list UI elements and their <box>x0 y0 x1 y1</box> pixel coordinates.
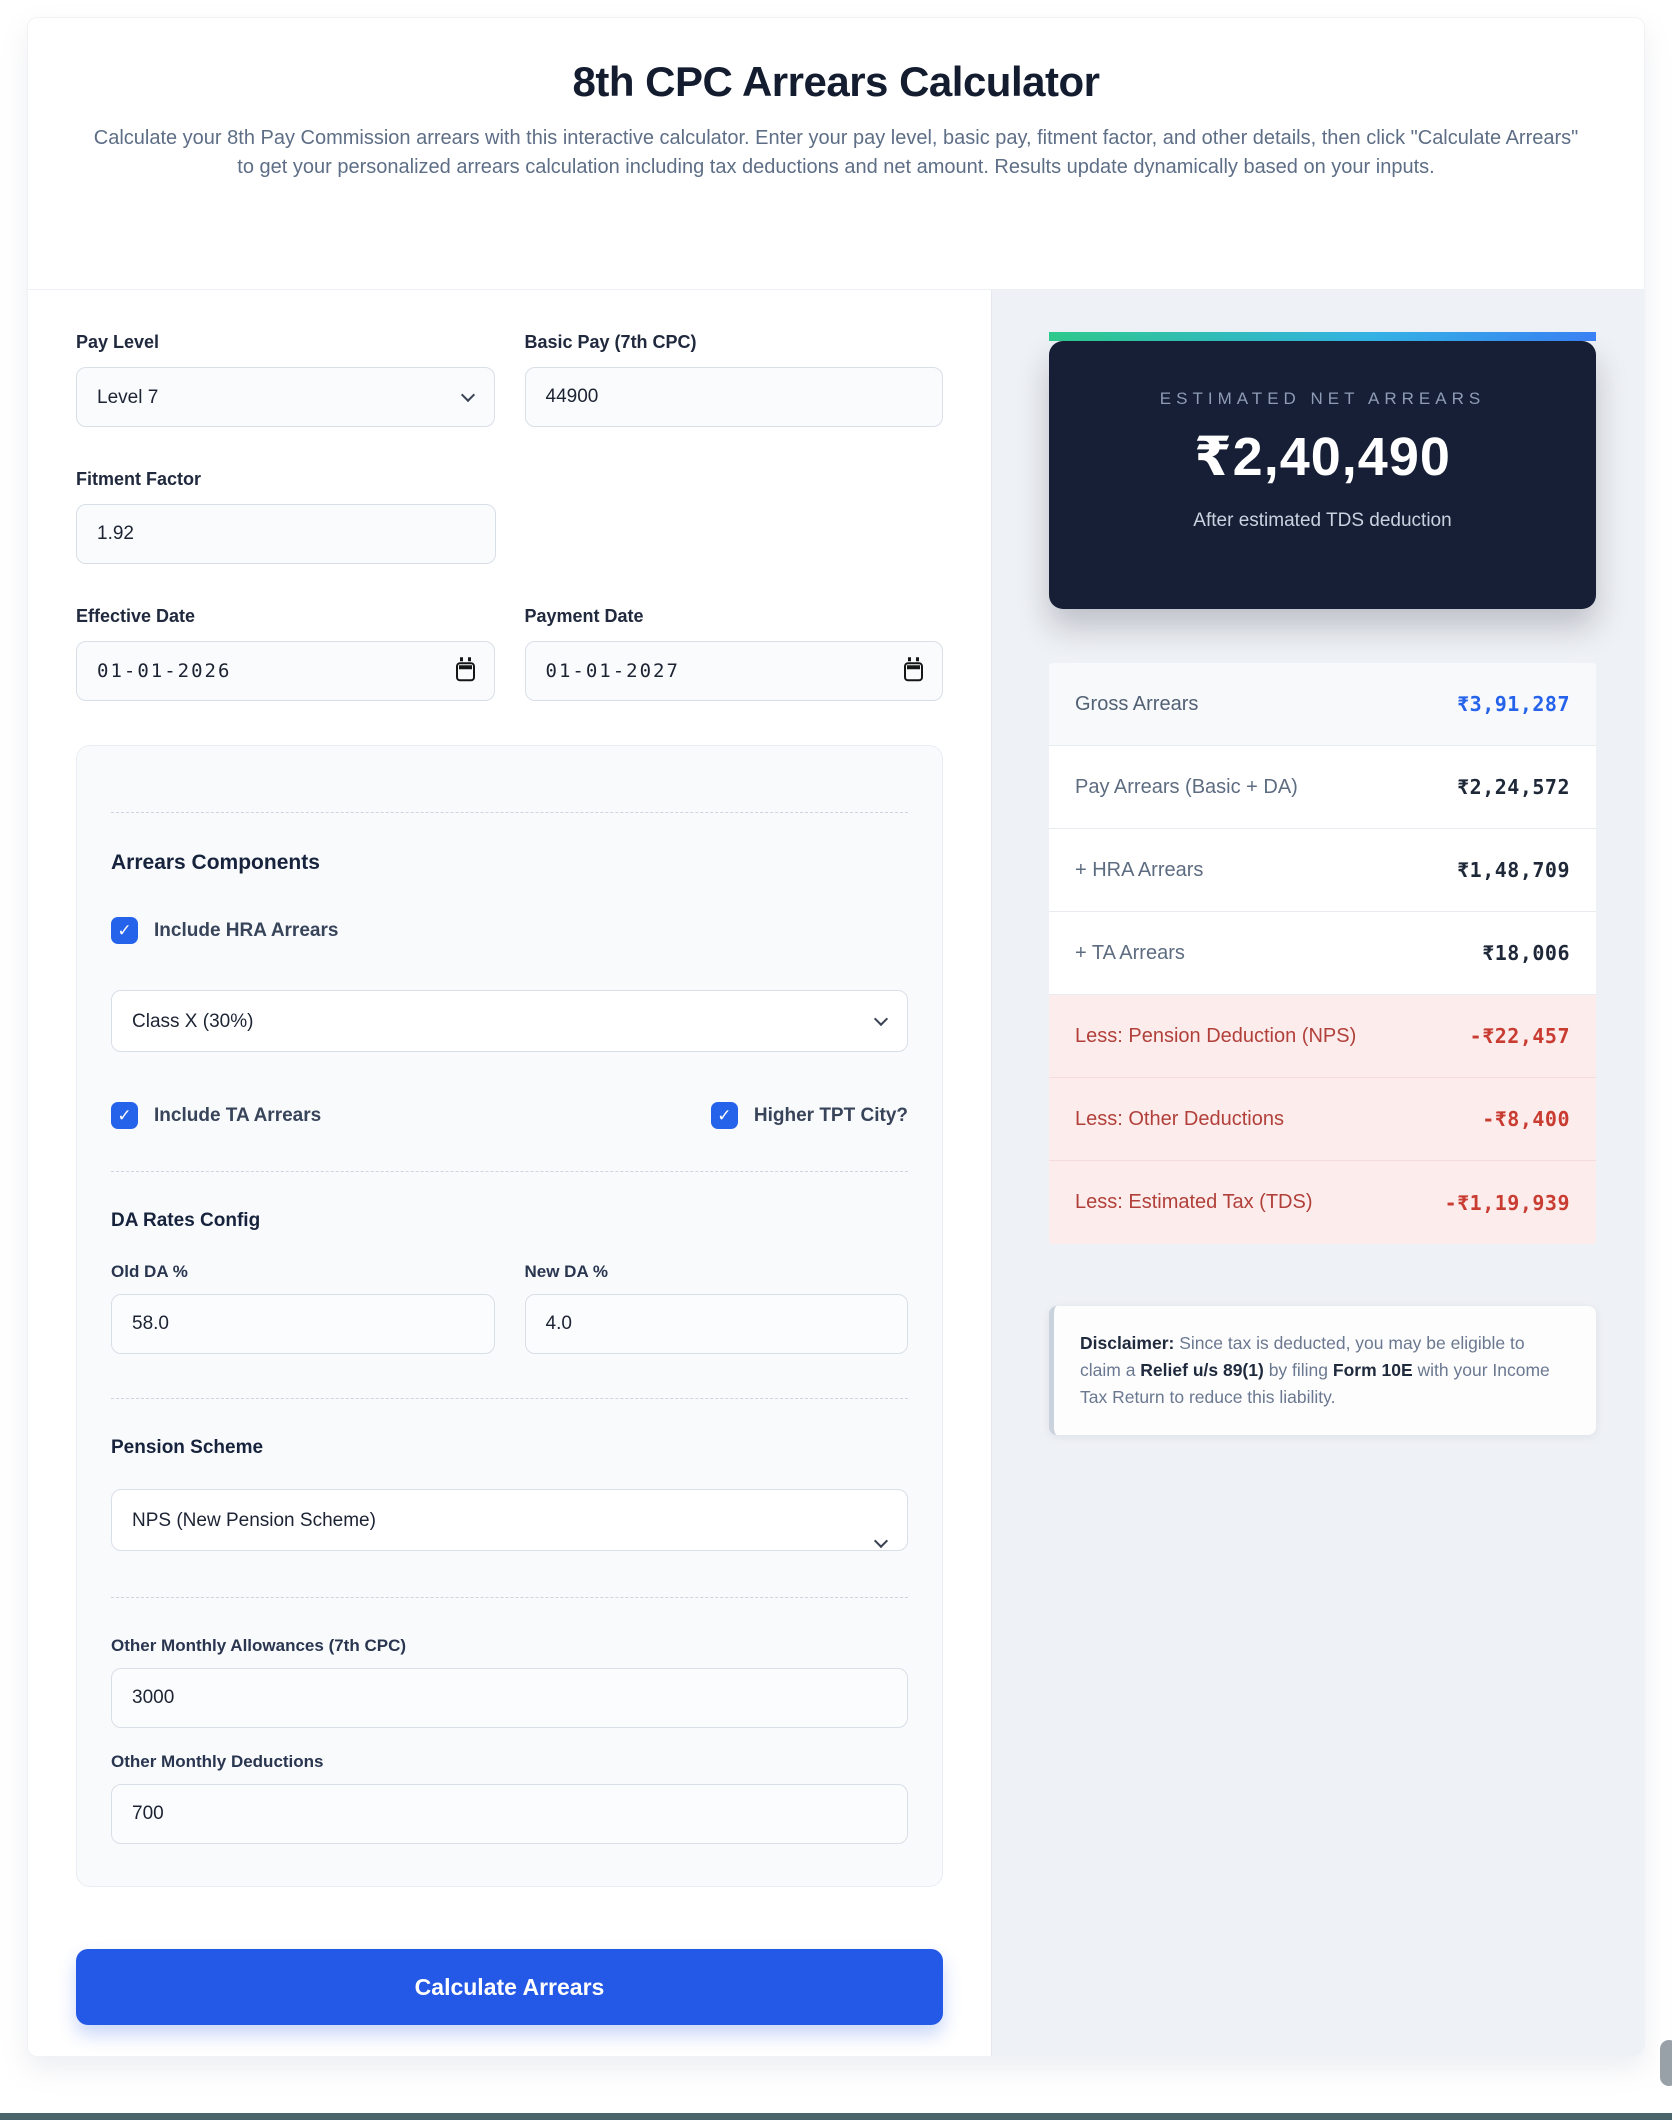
breakdown-row-label: + TA Arrears <box>1075 942 1185 965</box>
breakdown-row: Less: Pension Deduction (NPS) -₹22,457 <box>1049 995 1596 1078</box>
calculator-card: 8th CPC Arrears Calculator Calculate you… <box>27 17 1645 2057</box>
fitment-factor-label: Fitment Factor <box>76 469 496 490</box>
breakdown-row-value: -₹8,400 <box>1482 1107 1570 1131</box>
payment-date-field: Payment Date <box>525 606 944 701</box>
form-panel: Pay Level Level 7 Basic Pay (7th CPC) Fi… <box>28 290 991 2056</box>
options-card: Arrears Components ✓ Include HRA Arrears… <box>76 745 943 1887</box>
disclaimer-text: by filing <box>1264 1360 1333 1380</box>
calendar-icon[interactable] <box>904 662 923 681</box>
breakdown-row-label: + HRA Arrears <box>1075 859 1203 882</box>
effective-date-input[interactable] <box>76 641 495 701</box>
scrollbar-thumb[interactable] <box>1660 2040 1672 2086</box>
breakdown-row: + TA Arrears ₹18,006 <box>1049 912 1596 995</box>
other-deductions-label: Other Monthly Deductions <box>111 1752 908 1772</box>
page-description: Calculate your 8th Pay Commission arrear… <box>90 124 1582 182</box>
check-icon: ✓ <box>717 1106 731 1126</box>
check-icon: ✓ <box>117 1106 131 1126</box>
breakdown-row-label: Less: Pension Deduction (NPS) <box>1075 1025 1356 1048</box>
header: 8th CPC Arrears Calculator Calculate you… <box>28 18 1644 182</box>
accent-gradient-bar <box>1049 332 1596 341</box>
fitment-factor-input[interactable] <box>76 504 496 564</box>
disclaimer-text: Relief u/s 89(1) <box>1140 1360 1264 1380</box>
net-arrears-amount: ₹2,40,490 <box>1049 425 1596 488</box>
page-title: 8th CPC Arrears Calculator <box>28 58 1644 106</box>
hra-class-field: Class X (30%) <box>111 990 908 1052</box>
da-rates-row: Old DA % New DA % <box>111 1262 908 1398</box>
pay-level-field: Pay Level Level 7 <box>76 332 495 427</box>
hra-class-select[interactable]: Class X (30%) <box>111 990 908 1052</box>
calculate-arrears-button[interactable]: Calculate Arrears <box>76 1949 943 2025</box>
pension-scheme-field: NPS (New Pension Scheme) <box>111 1489 908 1597</box>
net-arrears-heading: ESTIMATED NET ARREARS <box>1049 389 1596 409</box>
basic-pay-label: Basic Pay (7th CPC) <box>525 332 944 353</box>
divider <box>111 1597 908 1598</box>
divider <box>111 1398 908 1399</box>
other-allowances-label: Other Monthly Allowances (7th CPC) <box>111 1636 908 1656</box>
other-allowances-input[interactable] <box>111 1668 908 1728</box>
calendar-icon[interactable] <box>456 662 475 681</box>
breakdown-row-label: Less: Estimated Tax (TDS) <box>1075 1191 1312 1214</box>
net-arrears-card: ESTIMATED NET ARREARS ₹2,40,490 After es… <box>1049 341 1596 609</box>
basic-pay-field: Basic Pay (7th CPC) <box>525 332 944 427</box>
new-da-field: New DA % <box>525 1262 909 1354</box>
breakdown-row: Pay Arrears (Basic + DA) ₹2,24,572 <box>1049 746 1596 829</box>
include-hra-checkbox[interactable]: ✓ <box>111 917 138 944</box>
check-icon: ✓ <box>117 921 131 941</box>
other-deductions-input[interactable] <box>111 1784 908 1844</box>
divider <box>111 1171 908 1172</box>
old-da-label: Old DA % <box>111 1262 495 1282</box>
higher-tpt-row: ✓ Higher TPT City? <box>711 1102 908 1129</box>
arrears-components-heading: Arrears Components <box>111 851 908 875</box>
breakdown-row-value: ₹1,48,709 <box>1457 858 1570 882</box>
higher-tpt-label: Higher TPT City? <box>754 1105 908 1127</box>
content-columns: Pay Level Level 7 Basic Pay (7th CPC) Fi… <box>28 289 1644 2056</box>
results-panel: ESTIMATED NET ARREARS ₹2,40,490 After es… <box>991 290 1644 2056</box>
fitment-factor-field: Fitment Factor <box>76 469 496 564</box>
breakdown-row: Gross Arrears ₹3,91,287 <box>1049 663 1596 746</box>
pension-scheme-select[interactable]: NPS (New Pension Scheme) <box>111 1489 908 1551</box>
breakdown-row-label: Less: Other Deductions <box>1075 1108 1284 1131</box>
payment-date-label: Payment Date <box>525 606 944 627</box>
da-rates-heading: DA Rates Config <box>111 1210 908 1232</box>
breakdown-row-label: Gross Arrears <box>1075 693 1198 716</box>
include-ta-checkbox[interactable]: ✓ <box>111 1102 138 1129</box>
net-arrears-subtitle: After estimated TDS deduction <box>1049 510 1596 532</box>
divider <box>111 812 908 813</box>
basic-pay-input[interactable] <box>525 367 944 427</box>
disclaimer-note: Disclaimer: Since tax is deducted, you m… <box>1049 1306 1596 1435</box>
pay-level-label: Pay Level <box>76 332 495 353</box>
old-da-input[interactable] <box>111 1294 495 1354</box>
ta-tpt-row: ✓ Include TA Arrears ✓ Higher TPT City? <box>111 1102 908 1171</box>
pension-scheme-heading: Pension Scheme <box>111 1437 908 1459</box>
include-ta-row: ✓ Include TA Arrears <box>111 1102 321 1129</box>
higher-tpt-checkbox[interactable]: ✓ <box>711 1102 738 1129</box>
breakdown-row-value: ₹3,91,287 <box>1457 692 1570 716</box>
include-hra-label: Include HRA Arrears <box>154 920 338 942</box>
include-ta-label: Include TA Arrears <box>154 1105 321 1127</box>
breakdown-row-value: -₹22,457 <box>1470 1024 1570 1048</box>
disclaimer-text: Form 10E <box>1333 1360 1413 1380</box>
breakdown-row: + HRA Arrears ₹1,48,709 <box>1049 829 1596 912</box>
effective-date-label: Effective Date <box>76 606 495 627</box>
breakdown-row: Less: Other Deductions -₹8,400 <box>1049 1078 1596 1161</box>
old-da-field: Old DA % <box>111 1262 495 1354</box>
breakdown-row-label: Pay Arrears (Basic + DA) <box>1075 776 1298 799</box>
breakdown-row-value: ₹18,006 <box>1482 941 1570 965</box>
breakdown-row: Less: Estimated Tax (TDS) -₹1,19,939 <box>1049 1161 1596 1244</box>
disclaimer-text: Disclaimer: <box>1080 1333 1174 1353</box>
payment-date-input[interactable] <box>525 641 944 701</box>
new-da-label: New DA % <box>525 1262 909 1282</box>
footer-strip <box>0 2113 1672 2120</box>
breakdown-row-value: ₹2,24,572 <box>1457 775 1570 799</box>
effective-date-field: Effective Date <box>76 606 495 701</box>
breakdown-table: Gross Arrears ₹3,91,287 Pay Arrears (Bas… <box>1049 663 1596 1244</box>
include-hra-row: ✓ Include HRA Arrears <box>111 917 908 944</box>
new-da-input[interactable] <box>525 1294 909 1354</box>
breakdown-row-value: -₹1,19,939 <box>1445 1191 1570 1215</box>
pay-level-select[interactable]: Level 7 <box>76 367 495 427</box>
